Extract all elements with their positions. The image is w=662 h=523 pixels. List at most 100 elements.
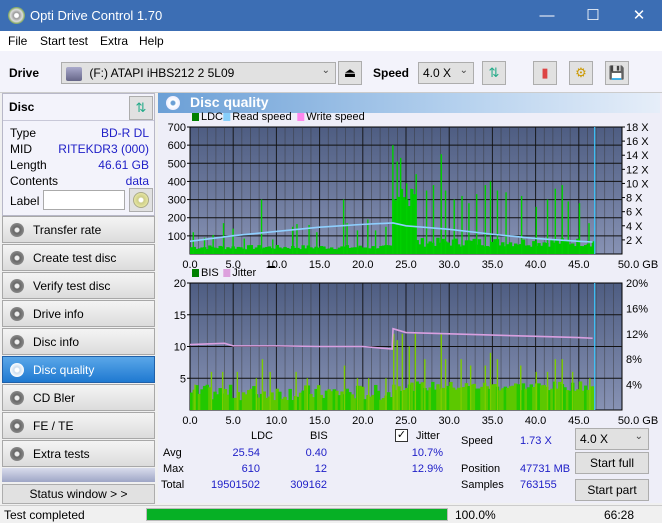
y2-tick-label: 8%	[626, 354, 642, 366]
position-label: Position	[461, 463, 501, 475]
data-bar-peak	[272, 239, 274, 254]
legend-label: Jitter	[232, 267, 256, 279]
legend-label: LDC	[201, 111, 223, 123]
legend-marker	[267, 266, 275, 268]
data-bar-peak	[406, 183, 408, 254]
y2-tick-label: 20%	[626, 278, 648, 290]
data-bar-peak	[505, 192, 507, 254]
x-tick-label: 5.0	[226, 415, 241, 427]
y-tick-label: 100	[168, 231, 186, 243]
data-bar-peak	[356, 378, 359, 410]
data-bar-peak	[243, 238, 245, 254]
start-part-button[interactable]: Start part	[575, 479, 649, 501]
data-bar-peak	[346, 223, 348, 254]
y2-tick-label: 4%	[626, 380, 642, 392]
jitter-label: Jitter	[416, 430, 440, 442]
data-bar-peak	[489, 181, 492, 254]
data-bar-peak	[401, 333, 404, 410]
x-tick-label: 30.0	[438, 259, 459, 271]
legend-swatch	[223, 269, 231, 277]
y2-tick-label: 18 X	[626, 122, 649, 134]
x-tick-label: 10.0	[266, 415, 287, 427]
data-bar-peak	[385, 378, 387, 410]
data-bar-peak	[408, 346, 410, 410]
data-bar-peak	[432, 185, 435, 254]
jitter-checkbox[interactable]: ✓	[395, 429, 408, 442]
data-bar-peak	[561, 359, 563, 410]
data-bar-peak	[255, 378, 258, 410]
y-tick-label: 600	[168, 140, 186, 152]
max-ldc: 610	[241, 463, 260, 475]
data-bar-peak	[440, 333, 442, 410]
data-bar-peak	[222, 223, 225, 254]
max-jitter: 12.9%	[411, 463, 443, 475]
y2-tick-label: 4 X	[626, 221, 643, 233]
data-bar-peak	[291, 226, 294, 254]
speed-stat-value: 1.73 X	[520, 435, 552, 447]
legend-label: Read speed	[232, 111, 291, 123]
x-tick-label: 0.0	[182, 415, 197, 427]
data-bar-peak	[192, 232, 194, 254]
position-value: 47731 MB	[520, 463, 571, 475]
speed-stat-label: Speed	[461, 435, 493, 447]
x-tick-label: 45.0	[568, 415, 589, 427]
charts-svg: 100 200 300 400 500 600 700 2 X 4 X 6 X 8 X 10 X 12 …	[168, 111, 659, 427]
data-bar-peak	[410, 188, 412, 254]
data-bar-peak	[236, 371, 239, 410]
data-bar-peak	[496, 190, 499, 254]
data-bar-peak	[396, 161, 398, 254]
data-bar-peak	[308, 224, 310, 254]
data-bar-peak	[316, 232, 318, 254]
data-bar-peak	[546, 199, 549, 254]
data-bar-peak	[425, 190, 428, 254]
data-bar-peak	[444, 190, 447, 254]
data-bar-peak	[295, 371, 297, 410]
data-bar-peak	[392, 145, 394, 254]
progress-percent: 100.0%	[455, 508, 496, 522]
status-bar: Test completed 100.0% 66:28	[0, 505, 662, 523]
data-bar-peak	[469, 365, 472, 410]
data-bar-peak	[374, 230, 377, 254]
data-bar-peak	[343, 365, 346, 410]
data-bar-peak	[496, 359, 499, 410]
chevron-down-icon: ⌄	[634, 431, 643, 442]
legend-label: BIS	[201, 267, 219, 279]
y2-tick-label: 8 X	[626, 193, 643, 205]
avg-ldc: 25.54	[232, 447, 260, 459]
data-bar-peak	[415, 174, 417, 254]
data-bar-peak	[440, 154, 442, 254]
y-tick-label: 200	[168, 213, 186, 225]
y2-tick-label: 12%	[626, 329, 648, 341]
data-bar-peak	[444, 359, 447, 410]
progress-fill	[147, 509, 447, 520]
avg-jitter: 10.7%	[411, 447, 443, 459]
y-tick-label: 700	[168, 122, 186, 134]
y-tick-label: 20	[174, 278, 186, 290]
data-bar-peak	[460, 359, 462, 410]
data-bar-peak	[561, 185, 563, 254]
total-ldc: 19501502	[211, 479, 260, 491]
total-label: Total	[161, 479, 185, 491]
data-bar-peak	[210, 371, 213, 410]
data-bar-peak	[578, 203, 581, 254]
data-bar-peak	[489, 352, 492, 410]
x-tick-label: 35.0	[482, 415, 503, 427]
total-bis: 309162	[290, 479, 327, 491]
data-bar-peak	[571, 371, 574, 410]
data-bar-peak	[356, 230, 359, 254]
max-label: Max	[163, 463, 184, 475]
y2-tick-label: 12 X	[626, 164, 649, 176]
data-bar-peak	[399, 157, 402, 254]
y2-tick-label: 6 X	[626, 207, 643, 219]
y2-tick-label: 16 X	[626, 136, 649, 148]
data-bar-peak	[367, 378, 370, 410]
y-tick-label: 500	[168, 158, 186, 170]
test-speed-value: 4.0 X	[580, 432, 609, 446]
start-full-button[interactable]: Start full	[575, 452, 649, 474]
data-bar-peak	[554, 359, 557, 410]
data-bar-peak	[484, 365, 487, 410]
data-bar-peak	[535, 206, 537, 254]
x-tick-label: 10.0	[266, 259, 287, 271]
test-speed-select[interactable]: 4.0 X ⌄	[575, 428, 649, 450]
x-tick-label: 25.0	[395, 415, 416, 427]
